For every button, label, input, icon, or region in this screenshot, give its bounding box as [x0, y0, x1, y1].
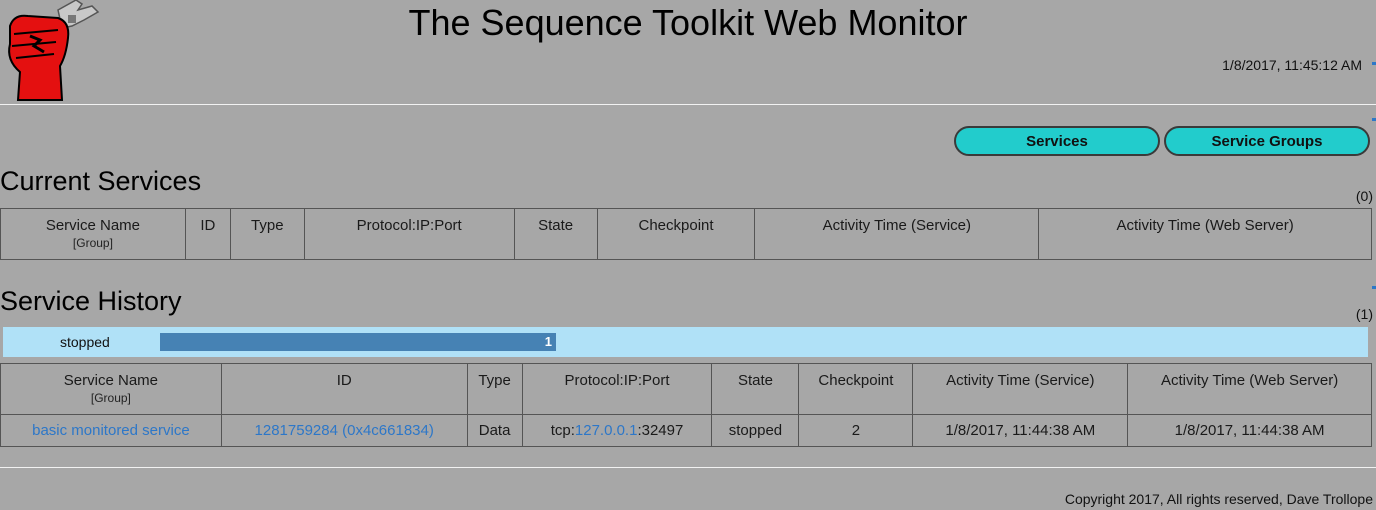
- current-services-header-row: Service Name [Group] ID Type Protocol:IP…: [0, 208, 1372, 260]
- column-header-service-name[interactable]: Service Name [Group]: [0, 208, 186, 260]
- header-divider: [0, 104, 1376, 105]
- state-label: stopped: [60, 334, 110, 350]
- page-title: The Sequence Toolkit Web Monitor: [408, 2, 968, 43]
- service-history-heading: Service History: [0, 286, 182, 316]
- column-header-activity-web[interactable]: Activity Time (Web Server): [1038, 208, 1372, 260]
- service-groups-button[interactable]: Service Groups: [1164, 126, 1370, 156]
- current-services-heading: Current Services: [0, 166, 202, 196]
- current-services-table: Service Name [Group] ID Type Protocol:IP…: [0, 208, 1372, 260]
- column-header-activity-service[interactable]: Activity Time (Service): [754, 208, 1040, 260]
- state-count-value: 1: [544, 334, 552, 349]
- clipped-link-fragment: [1372, 286, 1376, 289]
- column-header-state[interactable]: State: [513, 208, 598, 260]
- column-header-id[interactable]: ID: [184, 208, 231, 260]
- service-name-link[interactable]: basic monitored service: [32, 422, 190, 439]
- ip-address-link[interactable]: 127.0.0.1: [575, 422, 638, 439]
- copyright-text: Copyright 2017, All rights reserved, Dav…: [1064, 491, 1373, 507]
- column-header-type[interactable]: Type: [229, 208, 305, 260]
- column-header-service-name[interactable]: Service Name [Group]: [0, 363, 222, 415]
- column-header-protocol[interactable]: Protocol:IP:Port: [521, 363, 713, 415]
- webserver-activity-time: 1/8/2017, 11:44:38 AM: [1127, 414, 1372, 447]
- service-history-table: Service Name [Group] ID Type Protocol:IP…: [0, 363, 1372, 447]
- table-row: basic monitored service 1281759284 (0x4c…: [0, 414, 1372, 447]
- footer-divider: [0, 467, 1376, 468]
- current-datetime: 1/8/2017, 11:45:12 AM: [1222, 57, 1362, 73]
- column-header-protocol[interactable]: Protocol:IP:Port: [303, 208, 515, 260]
- service-state: stopped: [711, 414, 800, 447]
- clipped-link-fragment: [1372, 118, 1376, 121]
- column-header-state[interactable]: State: [711, 363, 800, 415]
- column-header-activity-web[interactable]: Activity Time (Web Server): [1127, 363, 1372, 415]
- state-summary-bar: stopped 1: [3, 327, 1368, 357]
- service-activity-time: 1/8/2017, 11:44:38 AM: [912, 414, 1129, 447]
- column-header-activity-service[interactable]: Activity Time (Service): [912, 363, 1129, 415]
- service-protocol: tcp:127.0.0.1:32497: [521, 414, 713, 447]
- service-history-header-row: Service Name [Group] ID Type Protocol:IP…: [0, 363, 1372, 415]
- services-button[interactable]: Services: [954, 126, 1160, 156]
- state-count-bar: 1: [160, 333, 556, 351]
- current-services-count: (0): [1355, 188, 1373, 204]
- service-history-count: (1): [1355, 306, 1373, 322]
- column-header-checkpoint[interactable]: Checkpoint: [596, 208, 756, 260]
- column-header-id[interactable]: ID: [220, 363, 468, 415]
- column-header-checkpoint[interactable]: Checkpoint: [798, 363, 914, 415]
- service-type: Data: [466, 414, 523, 447]
- column-header-type[interactable]: Type: [466, 363, 523, 415]
- service-id-link[interactable]: 1281759284 (0x4c661834): [255, 422, 434, 439]
- service-checkpoint: 2: [798, 414, 914, 447]
- clipped-link-fragment: [1372, 62, 1376, 65]
